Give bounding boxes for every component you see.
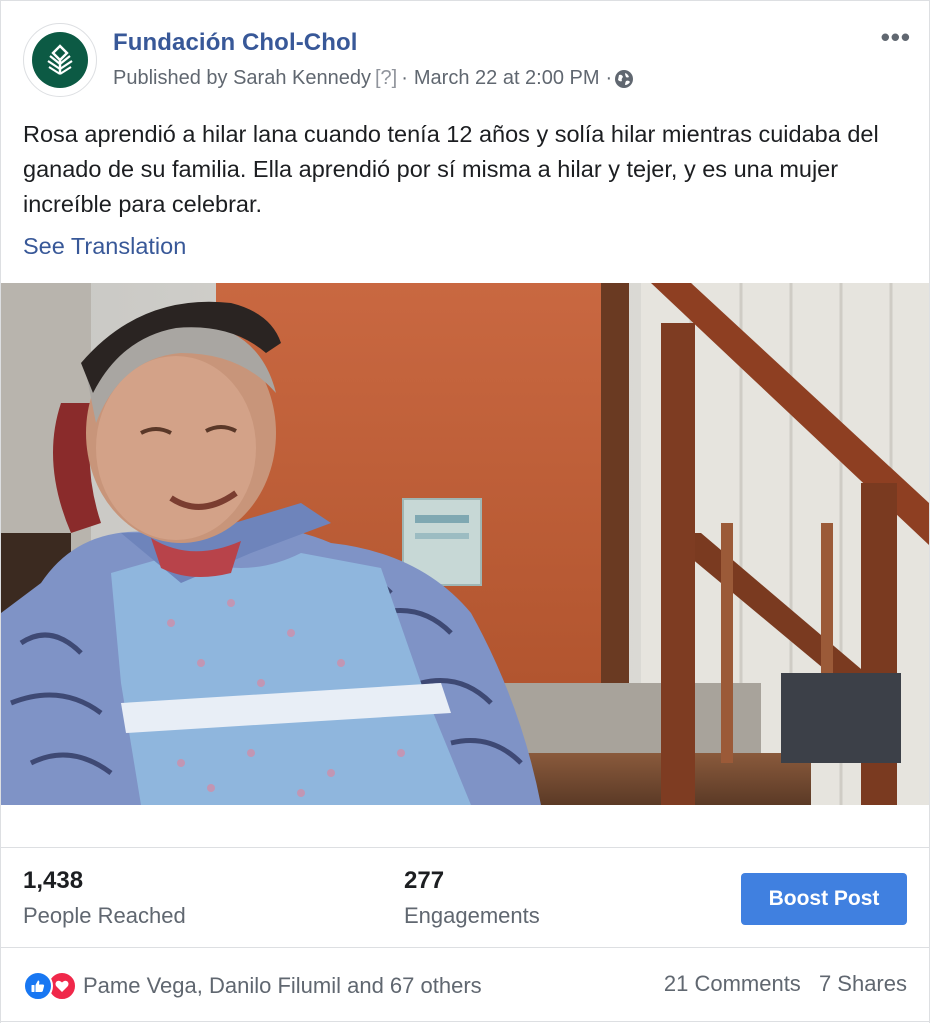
page-avatar[interactable] [23, 23, 97, 97]
post-text: Rosa aprendió a hilar lana cuando tenía … [23, 121, 879, 217]
more-icon[interactable]: ••• [881, 24, 911, 50]
meta-separator-2: · [605, 67, 613, 89]
photo-illustration [1, 283, 929, 805]
published-by[interactable]: Published by Sarah Kennedy [113, 67, 371, 90]
see-translation-link[interactable]: See Translation [23, 233, 186, 260]
shares-count-link[interactable]: 7 Shares [819, 971, 907, 996]
post-meta: Published by Sarah Kennedy [?] · March 2… [113, 67, 634, 90]
reaction-names[interactable]: Pame Vega, Danilo Filumil and 67 others [83, 973, 482, 999]
globe-icon[interactable] [614, 69, 634, 89]
boost-post-button[interactable]: Boost Post [741, 873, 907, 925]
divider-stats [1, 947, 929, 948]
divider-bottom [1, 1021, 929, 1022]
divider-photo [1, 847, 929, 848]
engagements-value: 277 [404, 867, 445, 894]
post-photo[interactable] [1, 283, 929, 805]
engagement-counts: 21 Comments 7 Shares [664, 971, 907, 997]
reactions-summary[interactable]: Pame Vega, Danilo Filumil and 67 others [23, 969, 482, 1003]
comments-count-link[interactable]: 21 Comments [664, 971, 801, 996]
like-icon [23, 971, 53, 1001]
meta-separator: · [401, 67, 408, 89]
page-name-link[interactable]: Fundación Chol-Chol [113, 29, 358, 57]
post-card: Fundación Chol-Chol Published by Sarah K… [0, 0, 930, 1023]
people-reached-label: People Reached [23, 903, 186, 928]
post-timestamp[interactable]: March 22 at 2:00 PM [414, 67, 600, 90]
leaf-logo-icon [32, 32, 88, 88]
engagements-label: Engagements [404, 903, 540, 928]
people-reached-value: 1,438 [23, 867, 84, 894]
help-marker[interactable]: [?] [375, 67, 397, 90]
post-header: Fundación Chol-Chol Published by Sarah K… [1, 1, 929, 111]
